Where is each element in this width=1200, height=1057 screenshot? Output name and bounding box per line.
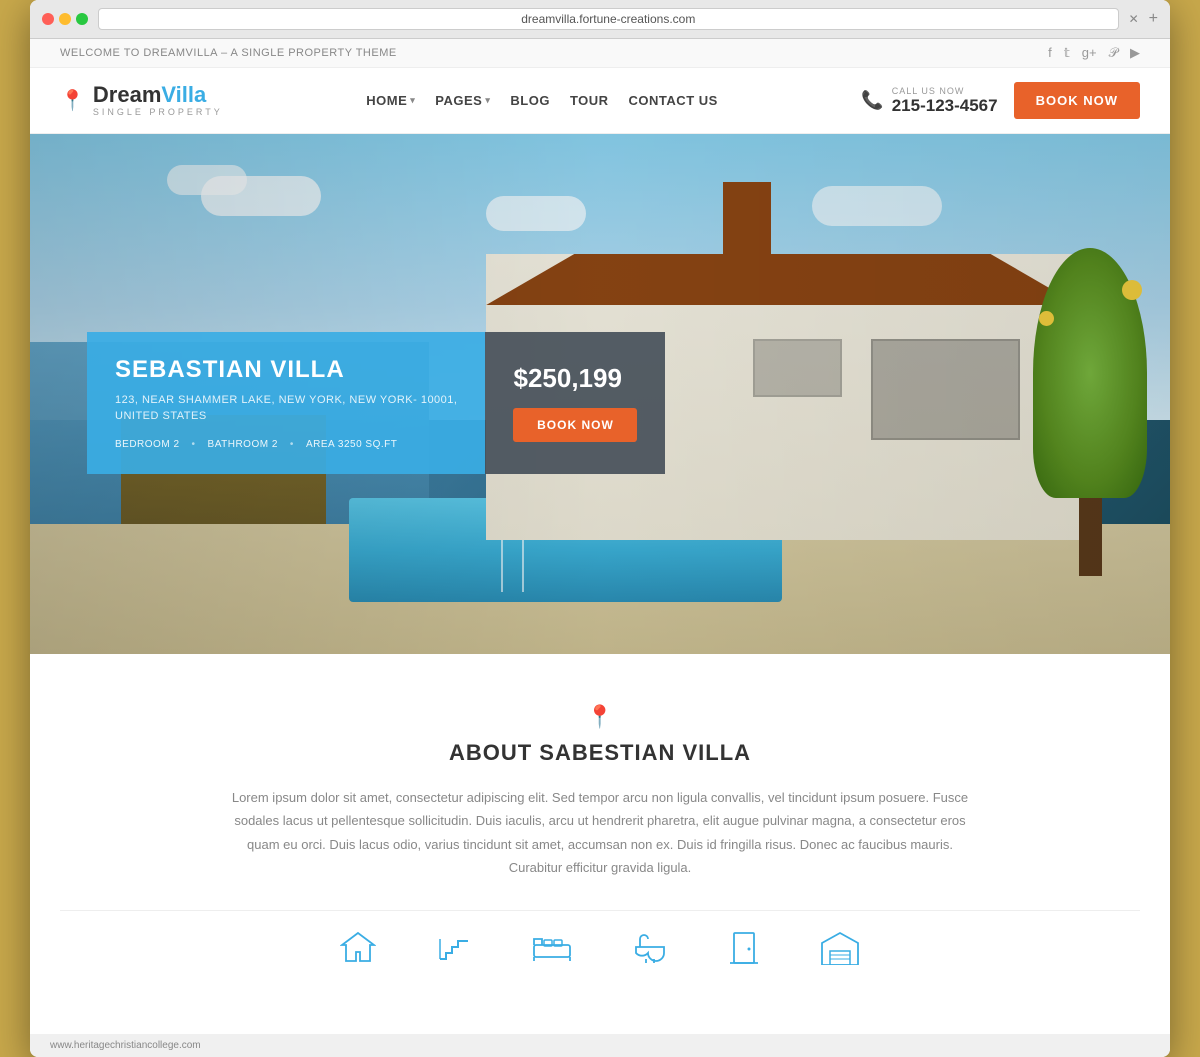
footer-url: www.heritagechristiancollege.com	[50, 1040, 201, 1051]
call-label: CALL US NOW	[892, 86, 998, 96]
pinterest-icon[interactable]: 𝒫	[1109, 45, 1118, 61]
nav-home[interactable]: HOME ▾	[366, 93, 415, 108]
dot-green[interactable]	[76, 13, 88, 25]
about-section: 📍 ABOUT SABESTIAN VILLA Lorem ipsum dolo…	[30, 654, 1170, 1034]
browser-window: dreamvilla.fortune-creations.com ✕ + WEL…	[30, 0, 1170, 1057]
bathroom-feature: BATHROOM 2	[208, 439, 278, 450]
social-icons: f 𝕥 g+ 𝒫 ▶	[1048, 45, 1140, 61]
logo-main: DreamVilla	[93, 83, 223, 107]
hero-book-button[interactable]: BOOK NOW	[513, 408, 637, 442]
villa-name: SEBASTIAN VILLA	[115, 356, 457, 384]
hero-section: SEBASTIAN VILLA 123, NEAR SHAMMER LAKE, …	[30, 134, 1170, 654]
bedroom-feature: BEDROOM 2	[115, 439, 180, 450]
logo-pin-icon: 📍	[60, 88, 85, 113]
header-right: 📞 CALL US NOW 215-123-4567 BOOK NOW	[861, 82, 1140, 119]
dot-1: •	[192, 439, 196, 450]
main-nav: HOME ▾ PAGES ▾ BLOG TOUR CONTACT US	[366, 93, 718, 108]
close-tab-icon[interactable]: ✕	[1129, 12, 1139, 26]
door-icon[interactable]	[728, 931, 760, 974]
about-title: ABOUT SABESTIAN VILLA	[60, 740, 1140, 766]
phone-info: CALL US NOW 215-123-4567	[892, 86, 998, 116]
area-feature: AREA 3250 SQ.FT	[306, 439, 397, 450]
bath-icon[interactable]	[632, 931, 668, 974]
home-dropdown-arrow: ▾	[410, 95, 415, 106]
nav-tour[interactable]: TOUR	[570, 93, 609, 108]
villa-address: 123, NEAR SHAMMER LAKE, NEW YORK, NEW YO…	[115, 392, 457, 425]
phone-icon: 📞	[861, 90, 883, 111]
add-tab-icon[interactable]: +	[1149, 10, 1158, 28]
about-body: Lorem ipsum dolor sit amet, consectetur …	[230, 786, 970, 880]
dot-2: •	[290, 439, 294, 450]
welcome-text: WELCOME TO DREAMVILLA – A SINGLE PROPERT…	[60, 47, 397, 59]
dot-yellow[interactable]	[59, 13, 71, 25]
pages-dropdown-arrow: ▾	[485, 95, 490, 106]
phone-area: 📞 CALL US NOW 215-123-4567	[861, 86, 997, 116]
header: 📍 DreamVilla SINGLE PROPERTY HOME ▾ PAGE…	[30, 68, 1170, 134]
nav-contact-us[interactable]: CONTACT US	[629, 93, 718, 108]
about-location-icon: 📍	[60, 704, 1140, 730]
footer-bar: www.heritagechristiancollege.com	[30, 1034, 1170, 1057]
bed-icon[interactable]	[532, 931, 572, 974]
browser-chrome: dreamvilla.fortune-creations.com ✕ +	[30, 0, 1170, 39]
villa-price: $250,199	[513, 363, 621, 394]
house-icon[interactable]	[340, 931, 376, 974]
phone-number[interactable]: 215-123-4567	[892, 96, 998, 116]
address-bar[interactable]: dreamvilla.fortune-creations.com	[98, 8, 1119, 30]
youtube-icon[interactable]: ▶	[1130, 45, 1140, 61]
stairs-icon[interactable]	[436, 931, 472, 974]
top-bar: WELCOME TO DREAMVILLA – A SINGLE PROPERT…	[30, 39, 1170, 68]
header-book-button[interactable]: BOOK NOW	[1014, 82, 1140, 119]
nav-pages[interactable]: PAGES ▾	[435, 93, 490, 108]
logo-area: 📍 DreamVilla SINGLE PROPERTY	[60, 83, 223, 117]
dot-red[interactable]	[42, 13, 54, 25]
info-blue-box: SEBASTIAN VILLA 123, NEAR SHAMMER LAKE, …	[87, 332, 485, 474]
nav-blog[interactable]: BLOG	[510, 93, 550, 108]
feature-icons-row	[60, 910, 1140, 1004]
twitter-icon[interactable]: 𝕥	[1064, 45, 1070, 61]
logo-sub: SINGLE PROPERTY	[93, 108, 223, 118]
facebook-icon[interactable]: f	[1048, 45, 1052, 61]
hero-info-box: SEBASTIAN VILLA 123, NEAR SHAMMER LAKE, …	[87, 332, 665, 474]
google-plus-icon[interactable]: g+	[1082, 45, 1097, 61]
villa-features: BEDROOM 2 • BATHROOM 2 • AREA 3250 SQ.FT	[115, 439, 457, 450]
garage-icon[interactable]	[820, 931, 860, 974]
logo-text: DreamVilla SINGLE PROPERTY	[93, 83, 223, 117]
browser-dots	[42, 13, 88, 25]
info-dark-box: $250,199 BOOK NOW	[485, 332, 665, 474]
